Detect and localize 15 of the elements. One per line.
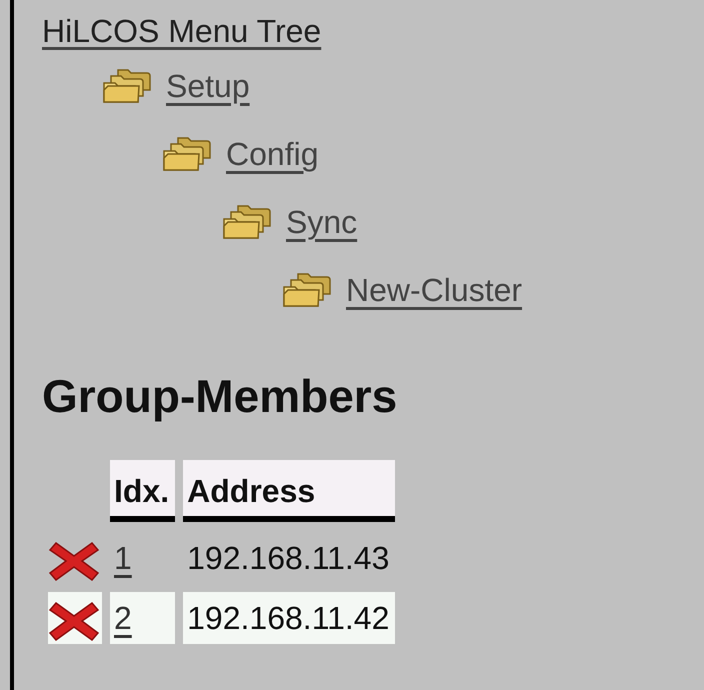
- index-link[interactable]: 2: [114, 600, 132, 636]
- section-heading: Group-Members: [42, 369, 398, 424]
- folder-icon: [162, 136, 212, 172]
- tree-item-link[interactable]: Sync: [286, 202, 358, 242]
- folder-icon: [102, 68, 152, 104]
- column-header: Address: [183, 460, 396, 522]
- folder-icon: [222, 204, 272, 240]
- tree-item-link[interactable]: New-Cluster: [346, 270, 522, 310]
- index-link[interactable]: 1: [114, 540, 132, 576]
- column-header: Idx.: [110, 460, 176, 522]
- tree-item-link[interactable]: Setup: [166, 66, 250, 106]
- tree-item-link[interactable]: Config: [226, 134, 318, 174]
- menu-tree-link[interactable]: HiLCOS Menu Tree: [42, 10, 322, 52]
- address-cell-text: 192.168.11.43: [186, 539, 390, 578]
- folder-icon: [282, 272, 332, 308]
